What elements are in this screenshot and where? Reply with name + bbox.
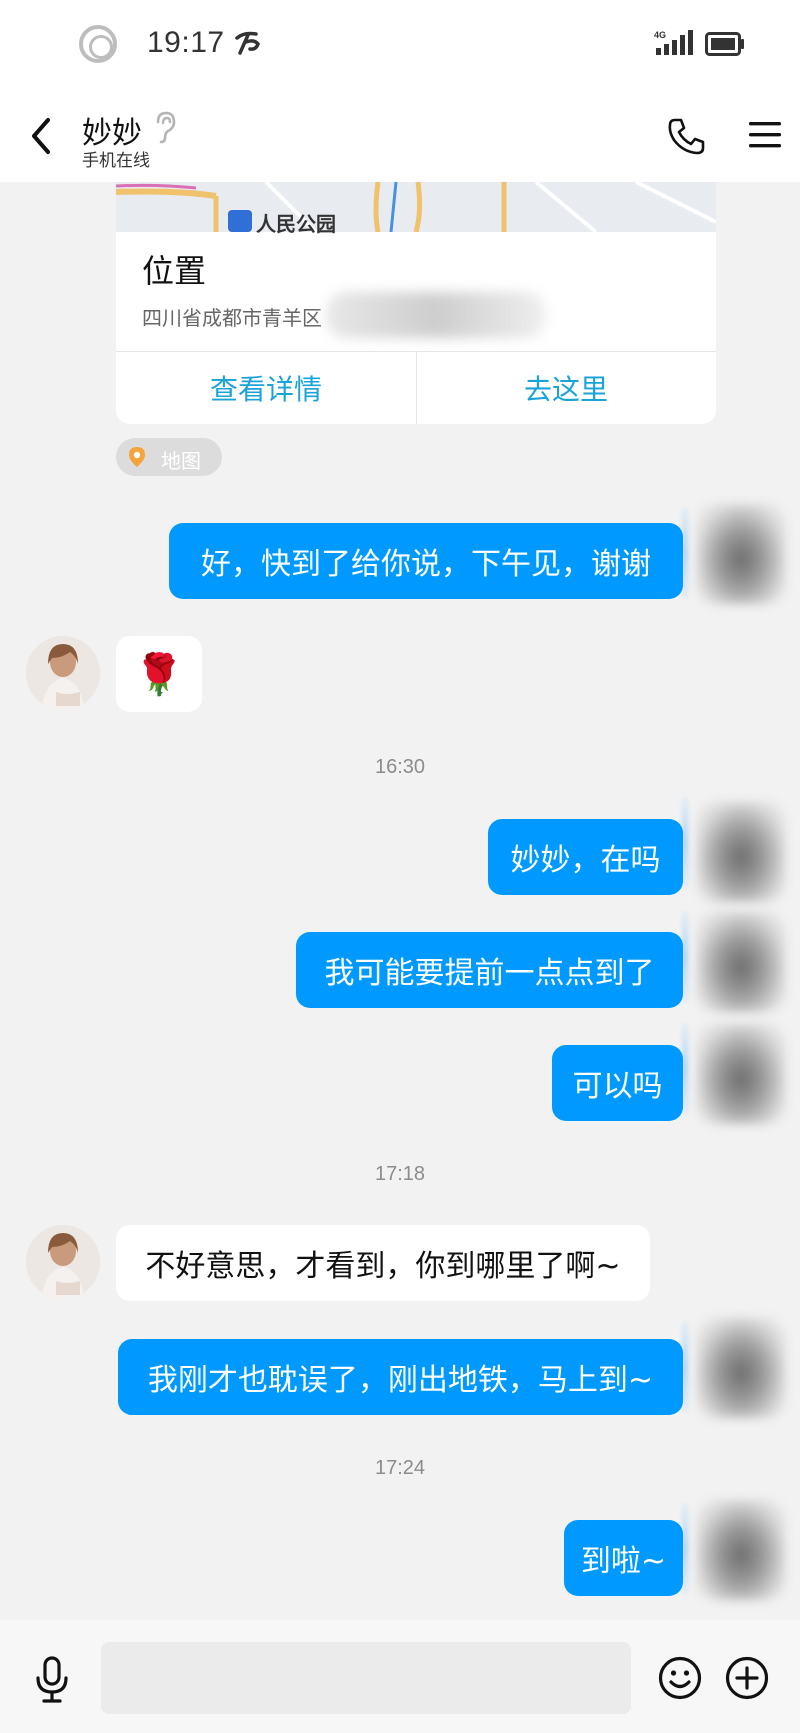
map-roads — [116, 182, 716, 234]
message-bubble-received[interactable]: 不好意思，才看到，你到哪里了啊~ — [116, 1225, 650, 1301]
message-time-label: 17:18 — [374, 1163, 426, 1185]
back-icon[interactable] — [28, 116, 54, 156]
view-details-button[interactable]: 查看详情 — [116, 352, 416, 424]
message-bubble-sent[interactable]: 我刚才也耽误了，刚出地铁，马上到~ — [118, 1339, 683, 1415]
location-title: 位置 — [142, 252, 207, 290]
message-bubble-sent[interactable]: 到啦~ — [564, 1520, 683, 1596]
map-tag[interactable]: 地图 — [116, 438, 222, 476]
friend-avatar[interactable] — [26, 636, 100, 710]
mic-icon[interactable] — [32, 1656, 72, 1704]
location-card[interactable]: 人民公园 位置 四川省成都市青羊区 查看详情 去这里 — [116, 182, 716, 424]
location-address: 四川省成都市青羊区 — [142, 306, 322, 330]
self-avatar[interactable] — [697, 1318, 785, 1418]
self-avatar[interactable] — [697, 912, 785, 1012]
message-bubble-sent[interactable]: 妙妙，在吗 — [488, 819, 683, 895]
phone-icon[interactable] — [666, 116, 706, 156]
self-avatar[interactable] — [697, 1500, 785, 1600]
message-time-label: 17:24 — [374, 1457, 426, 1479]
chat-header: 妙妙 手机在线 — [0, 90, 800, 182]
carrier-icon — [235, 31, 260, 55]
friend-avatar[interactable] — [26, 1225, 100, 1299]
message-bubble-sent[interactable]: 可以吗 — [552, 1045, 683, 1121]
message-bubble-sent[interactable]: 我可能要提前一点点到了 — [296, 932, 683, 1008]
friend-avatar-image — [26, 1225, 100, 1299]
navigate-here-button[interactable]: 去这里 — [416, 352, 716, 424]
network-type-label: 4G — [654, 30, 666, 40]
emoji-icon[interactable] — [658, 1656, 702, 1700]
address-redaction — [326, 292, 546, 338]
chat-message-list[interactable]: 人民公园 位置 四川省成都市青羊区 查看详情 去这里 地图 好，快到了给你说，下… — [0, 182, 800, 1620]
location-pin-icon — [129, 447, 145, 467]
map-preview[interactable]: 人民公园 — [116, 182, 716, 236]
signal-icon: 4G — [654, 30, 693, 55]
self-avatar[interactable] — [697, 504, 785, 604]
status-bar: 19:17 4G — [0, 0, 800, 90]
self-avatar[interactable] — [697, 1024, 785, 1124]
record-circle-icon — [79, 25, 117, 63]
status-time: 19:17 — [147, 26, 225, 59]
message-bubble-sent[interactable]: 好，快到了给你说，下午见，谢谢 — [169, 523, 683, 599]
ear-icon[interactable] — [152, 110, 178, 144]
map-place-label: 人民公园 — [256, 212, 336, 236]
input-bar — [0, 1620, 800, 1733]
menu-icon[interactable] — [748, 120, 782, 150]
contact-online-status: 手机在线 — [82, 151, 150, 171]
message-time-label: 16:30 — [374, 756, 426, 778]
friend-avatar-image — [26, 636, 100, 710]
message-input[interactable] — [101, 1642, 631, 1714]
plus-icon[interactable] — [725, 1656, 769, 1700]
self-avatar[interactable] — [697, 802, 785, 902]
map-tag-label: 地图 — [161, 449, 201, 473]
battery-icon — [705, 32, 744, 56]
message-bubble-received[interactable]: 🌹 — [116, 636, 202, 712]
